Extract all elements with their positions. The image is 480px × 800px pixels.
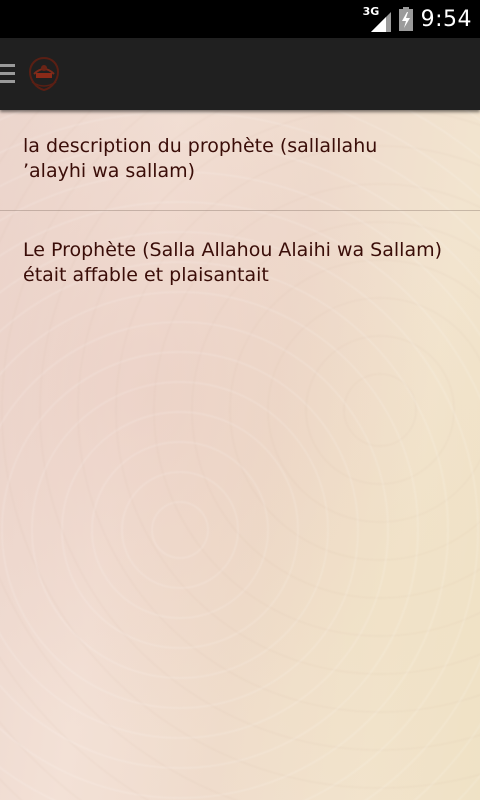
signal-icon	[370, 12, 391, 32]
app-logo-icon[interactable]	[24, 56, 64, 92]
clock: 9:54	[420, 6, 472, 32]
content-area: la description du prophète (sallallahu ’…	[0, 110, 480, 800]
list-item[interactable]: Le Prophète (Salla Allahou Alaihi wa Sal…	[0, 211, 480, 321]
action-bar	[0, 38, 480, 110]
battery-icon	[398, 7, 413, 31]
status-bar: 3G 9:54	[0, 0, 480, 38]
network-indicator: 3G	[363, 6, 391, 32]
list-item[interactable]: la description du prophète (sallallahu ’…	[0, 110, 480, 210]
topic-list: la description du prophète (sallallahu ’…	[0, 110, 480, 321]
menu-icon[interactable]	[0, 64, 16, 86]
status-icons: 3G 9:54	[363, 0, 472, 38]
